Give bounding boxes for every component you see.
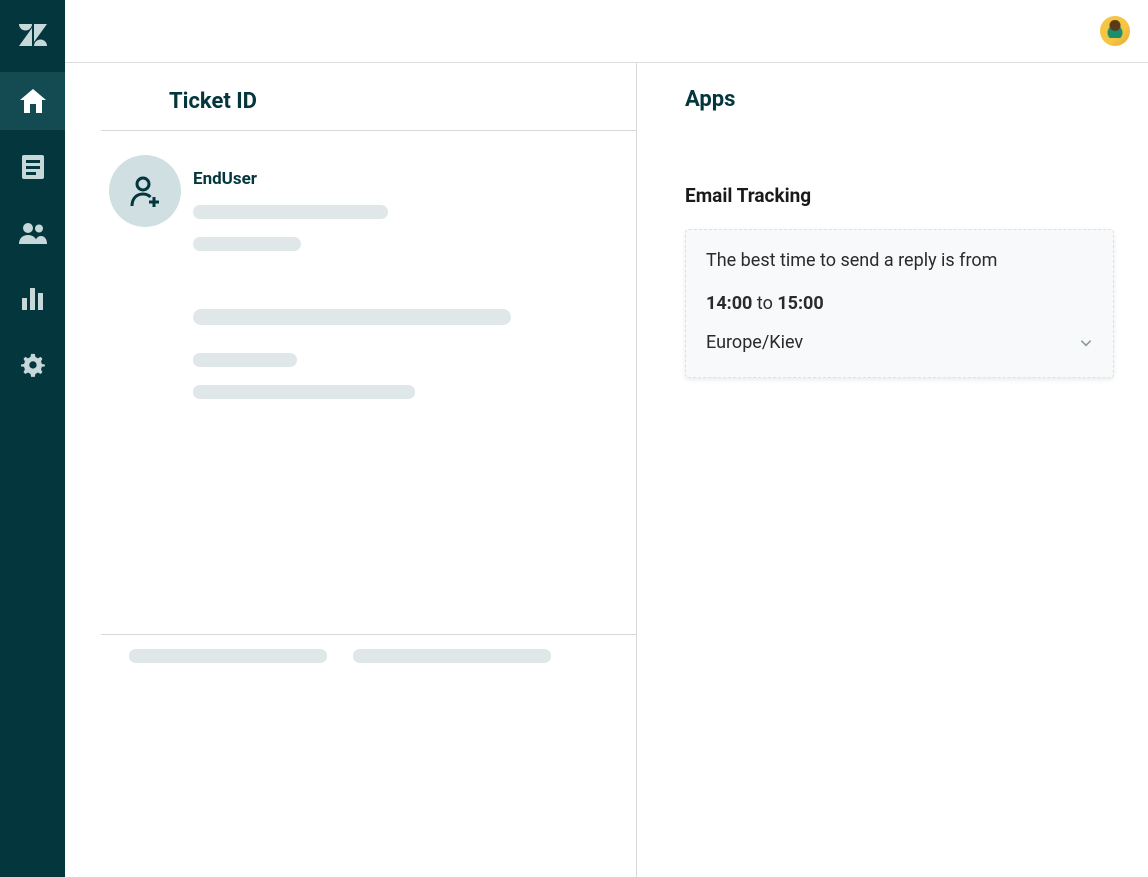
nav-views[interactable] [0, 138, 65, 196]
skeleton-line [129, 649, 327, 663]
chevron-down-icon [1079, 336, 1093, 350]
best-time-lead: The best time to send a reply is from [706, 250, 1093, 271]
app-name: Email Tracking [685, 184, 1114, 207]
skeleton-line [193, 205, 388, 219]
apps-pane: Apps Email Tracking The best time to sen… [637, 63, 1148, 877]
timezone-value: Europe/Kiev [706, 332, 803, 353]
home-icon [20, 89, 46, 113]
requester-name: EndUser [193, 169, 388, 189]
nav-customers[interactable] [0, 204, 65, 262]
skeleton-line [193, 353, 297, 367]
list-icon [22, 155, 44, 179]
sidebar [0, 0, 65, 877]
zendesk-logo[interactable] [0, 10, 65, 60]
chart-icon [22, 288, 44, 310]
best-time-range: 14:00 to 15:00 [706, 293, 1093, 314]
apps-panel-title: Apps [685, 87, 1114, 112]
gear-icon [21, 353, 45, 377]
nav-home[interactable] [0, 72, 65, 130]
user-avatar[interactable] [1100, 16, 1130, 46]
topbar [65, 0, 1148, 63]
ticket-title: Ticket ID [169, 89, 636, 114]
ticket-footer [101, 634, 636, 681]
email-tracking-card: The best time to send a reply is from 14… [685, 229, 1114, 378]
skeleton-line [193, 309, 511, 325]
person-add-icon [127, 173, 163, 209]
nav-reporting[interactable] [0, 270, 65, 328]
time-joiner: to [757, 293, 773, 314]
skeleton-line [193, 385, 415, 399]
nav-admin[interactable] [0, 336, 65, 394]
skeleton-line [353, 649, 551, 663]
timezone-select[interactable]: Europe/Kiev [706, 332, 1093, 353]
ticket-pane: Ticket ID EndUser [65, 63, 637, 877]
skeleton-line [193, 237, 301, 251]
ticket-header: Ticket ID [101, 81, 636, 131]
time-from: 14:00 [706, 293, 752, 314]
time-to: 15:00 [777, 293, 823, 314]
people-icon [19, 222, 47, 244]
requester-avatar[interactable] [109, 155, 181, 227]
